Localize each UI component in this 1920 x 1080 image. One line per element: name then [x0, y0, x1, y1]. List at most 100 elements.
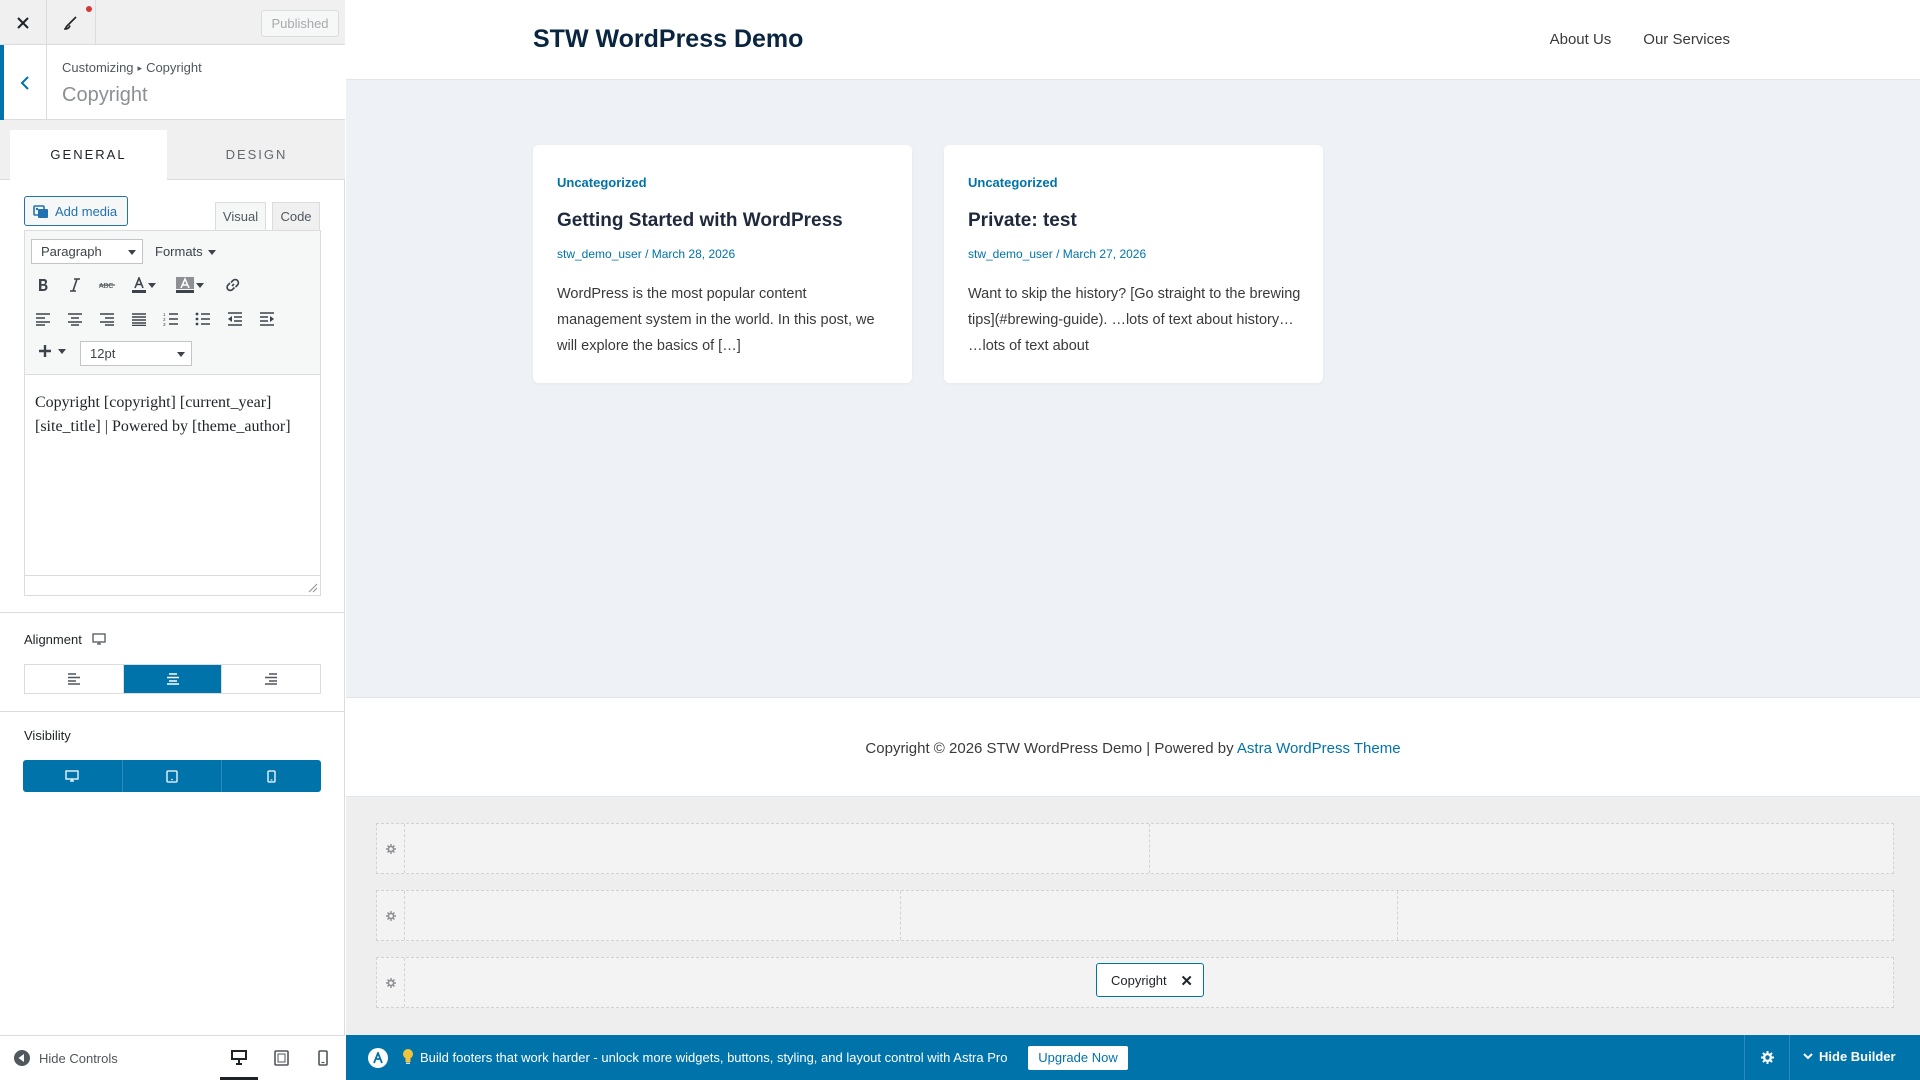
paragraph-format-select[interactable]: Paragraph: [31, 239, 143, 264]
media-icon: [33, 205, 48, 218]
site-title[interactable]: STW WordPress Demo: [533, 25, 803, 54]
builder-zone[interactable]: [405, 891, 902, 940]
bold-button[interactable]: [29, 271, 57, 299]
post-title[interactable]: Private: test: [968, 210, 1077, 232]
editor-tab-visual[interactable]: Visual: [215, 202, 266, 230]
close-customizer-button[interactable]: [0, 0, 47, 45]
breadcrumb-separator: ▸: [137, 63, 143, 73]
breadcrumb-current: Copyright: [146, 60, 202, 75]
hide-builder-button[interactable]: Hide Builder: [1803, 1049, 1896, 1064]
preview-mobile-button[interactable]: [304, 1036, 342, 1080]
lightbulb-icon: [403, 1049, 413, 1064]
align-right-button[interactable]: [93, 305, 121, 333]
background-color-dropdown[interactable]: [193, 271, 207, 299]
numbered-list-icon: 123: [163, 312, 178, 326]
footer-theme-link[interactable]: Astra WordPress Theme: [1237, 740, 1401, 757]
alignment-center-option[interactable]: [123, 665, 223, 693]
align-center-icon: [68, 313, 82, 326]
primary-nav: About Us Our Services: [1550, 31, 1730, 48]
rich-text-editor: Paragraph Formats ABC 1 2 3 12pt Copyrig…: [24, 230, 321, 596]
builder-zone[interactable]: [901, 891, 1398, 940]
chevron-left-icon: [20, 75, 29, 90]
breadcrumb: Customizing ▸ Copyright: [62, 60, 202, 75]
resize-handle-icon[interactable]: [308, 583, 318, 593]
outdent-button[interactable]: [221, 305, 249, 333]
editor-tab-code[interactable]: Code: [272, 202, 320, 230]
bullet-list-button[interactable]: [189, 305, 217, 333]
nav-item-about-us[interactable]: About Us: [1550, 31, 1612, 48]
alignment-left-option[interactable]: [25, 665, 124, 693]
insert-dropdown[interactable]: [55, 337, 69, 365]
alignment-right-option[interactable]: [222, 665, 320, 693]
mobile-icon: [318, 1050, 328, 1066]
gear-icon: [1760, 1051, 1774, 1064]
preview-desktop-button[interactable]: [220, 1036, 258, 1080]
visibility-label: Visibility: [24, 728, 71, 743]
outdent-icon: [228, 312, 242, 326]
editor-content[interactable]: Copyright [copyright] [current_year] [si…: [35, 391, 315, 439]
builder-bottom-bar: Build footers that work harder - unlock …: [346, 1035, 1920, 1080]
tab-design[interactable]: DESIGN: [168, 130, 345, 180]
post-title[interactable]: Getting Started with WordPress: [557, 210, 843, 232]
row-settings-button[interactable]: [377, 958, 405, 1007]
builder-settings-button[interactable]: [1744, 1035, 1790, 1080]
visibility-control: [23, 760, 321, 792]
promo-text: Build footers that work harder - unlock …: [420, 1050, 1008, 1065]
indent-icon: [260, 312, 274, 326]
justify-button[interactable]: [125, 305, 153, 333]
font-size-select[interactable]: 12pt: [80, 341, 192, 366]
visibility-tablet-toggle[interactable]: [123, 760, 223, 792]
caret-down-icon: [196, 282, 204, 288]
gear-icon: [385, 910, 396, 921]
post-category[interactable]: Uncategorized: [968, 175, 1058, 190]
numbered-list-button[interactable]: 123: [157, 305, 185, 333]
post-card: Uncategorized Getting Started with WordP…: [533, 145, 912, 383]
indent-button[interactable]: [253, 305, 281, 333]
copyright-element-chip[interactable]: Copyright ✕: [1096, 963, 1204, 997]
preview-tablet-button[interactable]: [262, 1036, 300, 1080]
back-button[interactable]: [0, 45, 47, 120]
divider: [0, 711, 345, 712]
notification-dot: [86, 6, 92, 12]
site-footer: Copyright © 2026 STW WordPress Demo | Po…: [346, 697, 1920, 797]
upgrade-now-button[interactable]: Upgrade Now: [1028, 1046, 1128, 1070]
gear-icon: [385, 843, 396, 854]
published-button[interactable]: Published: [261, 10, 339, 37]
row-settings-button[interactable]: [377, 891, 405, 940]
align-right-icon: [100, 313, 114, 326]
remove-element-icon[interactable]: ✕: [1180, 972, 1193, 990]
footer-copyright[interactable]: Copyright © 2026 STW WordPress Demo | Po…: [346, 740, 1920, 757]
post-date[interactable]: March 28, 2026: [652, 247, 735, 261]
post-category[interactable]: Uncategorized: [557, 175, 647, 190]
row-settings-button[interactable]: [377, 824, 405, 873]
italic-button[interactable]: [61, 271, 89, 299]
builder-zone[interactable]: [1150, 824, 1894, 873]
visibility-mobile-toggle[interactable]: [222, 760, 321, 792]
tab-general[interactable]: GENERAL: [10, 130, 167, 180]
formats-menu[interactable]: Formats: [155, 244, 216, 259]
align-center-icon: [166, 673, 179, 685]
insert-link-button[interactable]: [219, 271, 247, 299]
nav-item-our-services[interactable]: Our Services: [1643, 31, 1730, 48]
align-left-button[interactable]: [29, 305, 57, 333]
builder-zone[interactable]: [1398, 891, 1893, 940]
builder-zone[interactable]: [405, 824, 1150, 873]
text-color-dropdown[interactable]: [145, 271, 159, 299]
post-author[interactable]: stw_demo_user: [968, 247, 1053, 261]
panel-tabs: GENERAL DESIGN: [0, 120, 345, 180]
desktop-icon[interactable]: [92, 633, 106, 645]
hide-controls-button[interactable]: Hide Controls: [14, 1050, 118, 1066]
section-title: Copyright: [62, 84, 148, 106]
tablet-icon: [273, 1050, 289, 1066]
caret-down-icon: [207, 250, 216, 255]
post-author[interactable]: stw_demo_user: [557, 247, 642, 261]
divider: [0, 612, 345, 613]
post-date[interactable]: March 27, 2026: [1063, 247, 1146, 261]
strikethrough-button[interactable]: ABC: [93, 271, 121, 299]
bold-icon: [39, 279, 48, 291]
visibility-desktop-toggle[interactable]: [23, 760, 123, 792]
section-header: Customizing ▸ Copyright Copyright: [0, 45, 345, 120]
customizer-footer: Hide Controls: [0, 1035, 345, 1080]
add-media-button[interactable]: Add media: [24, 196, 128, 226]
align-center-button[interactable]: [61, 305, 89, 333]
